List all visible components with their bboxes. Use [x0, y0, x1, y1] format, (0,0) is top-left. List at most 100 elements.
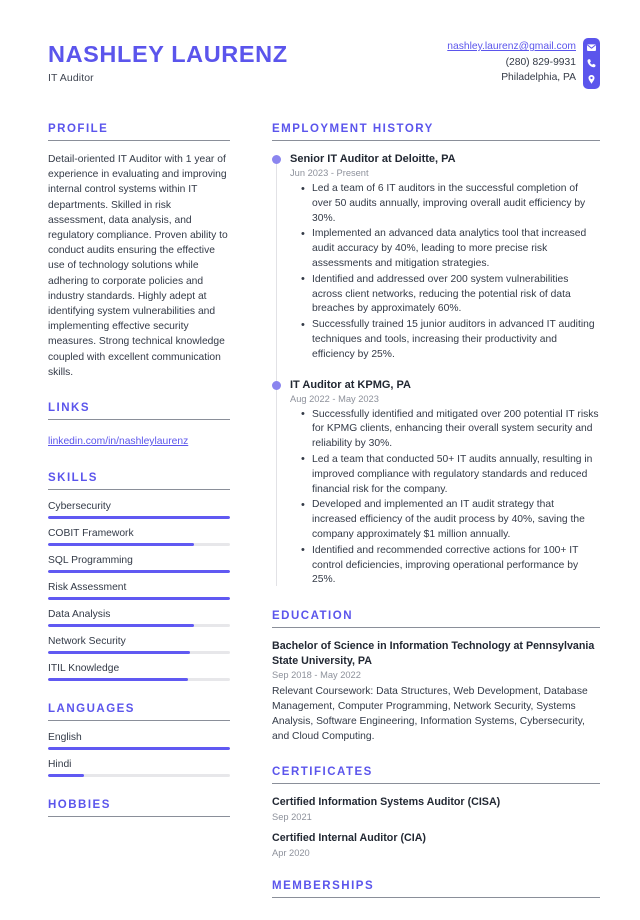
skill-item-bar-track — [48, 543, 230, 547]
certificate-entry: Certified Information Systems Auditor (C… — [272, 795, 600, 822]
section-title-links: LINKS — [48, 402, 90, 415]
job-bullet: Successfully identified and mitigated ov… — [301, 407, 600, 452]
job-bullet: Led a team of 6 IT auditors in the succe… — [301, 181, 600, 226]
link-item[interactable]: linkedin.com/in/nashleylaurenz — [48, 436, 188, 447]
language-item-label: English — [48, 732, 82, 744]
map-pin-icon — [586, 74, 597, 85]
skill-item-label: SQL Programming — [48, 555, 133, 567]
education-list: Bachelor of Science in Information Techn… — [272, 639, 600, 744]
skill-item: Cybersecurity — [48, 501, 230, 520]
skill-item-bar-track — [48, 651, 230, 655]
divider — [272, 627, 600, 629]
section-title-education: EDUCATION — [272, 610, 354, 623]
page-title: NASHLEY LAURENZ — [48, 41, 288, 67]
job-bullet: Identified and addressed over 200 system… — [301, 272, 600, 317]
phone-icon — [586, 58, 597, 69]
skill-item-bar-track — [48, 516, 230, 520]
job-bullet: Implemented an advanced data analytics t… — [301, 227, 600, 271]
certificate-date: Sep 2021 — [272, 811, 312, 822]
section-title-employment: EMPLOYMENT HISTORY — [272, 123, 434, 135]
section-certificates: CERTIFICATES Certified Information Syste… — [272, 766, 600, 858]
skill-item: Data Analysis — [48, 609, 230, 628]
job-bullet: Developed and implemented an IT audit st… — [301, 498, 600, 542]
divider — [272, 140, 600, 141]
skill-item: COBIT Framework — [48, 528, 230, 547]
section-title-languages: LANGUAGES — [48, 703, 135, 716]
job-entry: IT Auditor at KPMG, PA Aug 2022 - May 202… — [272, 378, 600, 589]
divider — [48, 140, 230, 141]
job-title-subtitle: IT Auditor — [48, 71, 94, 84]
education-degree: Bachelor of Science in Information Techn… — [272, 640, 595, 667]
skill-item-label: ITIL Knowledge — [48, 663, 120, 675]
skill-item-bar-fill — [48, 516, 230, 520]
section-title-memberships: MEMBERSHIPS — [272, 879, 375, 892]
timeline-dot-icon — [272, 380, 281, 390]
skill-item: ITIL Knowledge — [48, 663, 230, 682]
skill-item-bar-track — [48, 678, 230, 682]
section-links: LINKS linkedin.com/in/nashleylaurenz — [48, 402, 230, 450]
skill-item-label: Cybersecurity — [48, 501, 111, 513]
skill-item-bar-fill — [48, 597, 230, 601]
timeline-dot-icon — [272, 155, 281, 164]
skill-item-bar-track — [48, 624, 230, 628]
skill-item-bar-fill — [48, 570, 230, 574]
skill-item-label: COBIT Framework — [48, 528, 134, 540]
skill-item-bar-track — [48, 570, 230, 574]
section-profile: PROFILE Detail-oriented IT Auditor with … — [48, 123, 230, 380]
contact-lines: nashley.laurenz@gmail.com (280) 829-9931… — [447, 38, 576, 86]
divider — [48, 489, 230, 491]
resume-body: PROFILE Detail-oriented IT Auditor with … — [48, 123, 600, 920]
language-item-bar-fill — [48, 747, 230, 751]
contact-location: Philadelphia, PA — [501, 72, 576, 83]
job-date: Aug 2022 - May 2023 — [290, 393, 379, 404]
job-date: Jun 2023 - Present — [290, 168, 369, 178]
contact-email-link[interactable]: nashley.laurenz@gmail.com — [447, 39, 576, 55]
divider — [48, 720, 230, 722]
job-bullet: Identified and recommended corrective ac… — [301, 543, 600, 588]
skill-item-label: Network Security — [48, 636, 126, 648]
main-column: EMPLOYMENT HISTORY Senior IT Auditor at … — [250, 123, 600, 920]
section-hobbies: HOBBIES — [48, 799, 230, 818]
education-date: Sep 2018 - May 2022 — [272, 670, 361, 681]
language-item-bar-track — [48, 774, 230, 778]
skill-item-bar-track — [48, 597, 230, 601]
resume-header: NASHLEY LAURENZ IT Auditor nashley.laure… — [48, 38, 600, 89]
contact-icon-rail — [583, 38, 600, 89]
skill-item: SQL Programming — [48, 555, 230, 574]
section-employment: EMPLOYMENT HISTORY Senior IT Auditor at … — [272, 123, 600, 588]
language-item-label: Hindi — [48, 759, 72, 771]
skill-item-label: Data Analysis — [48, 609, 111, 621]
section-languages: LANGUAGES English Hindi — [48, 703, 230, 778]
section-title-profile: PROFILE — [48, 123, 109, 135]
job-entry: Senior IT Auditor at Deloitte, PA Jun 202… — [272, 152, 600, 363]
job-role: Senior IT Auditor at Deloitte, PA — [290, 153, 456, 165]
skill-item-bar-fill — [48, 624, 194, 628]
certificate-name: Certified Information Systems Auditor (C… — [272, 796, 501, 809]
section-skills: SKILLS Cybersecurity COBIT Framework SQL P… — [48, 472, 230, 682]
profile-text: Detail-oriented IT Auditor with 1 year o… — [48, 154, 228, 378]
contact-phone: (280) 829-9931 — [505, 56, 576, 68]
education-entry: Bachelor of Science in Information Techn… — [272, 639, 600, 744]
job-bullet: Successfully trained 15 junior auditors … — [301, 318, 600, 362]
skill-item: Risk Assessment — [48, 582, 230, 601]
language-item: English — [48, 732, 230, 751]
certificate-name: Certified Internal Auditor (CIA) — [272, 831, 426, 844]
certificate-date: Apr 2020 — [272, 847, 310, 858]
envelope-icon — [586, 42, 597, 53]
job-bullet: Led a team that conducted 50+ IT audits … — [301, 452, 600, 497]
job-bullet-list: Successfully identified and mitigated ov… — [290, 407, 600, 589]
section-title-hobbies: HOBBIES — [48, 799, 111, 812]
section-title-skills: SKILLS — [48, 472, 98, 485]
job-bullet-list: Led a team of 6 IT auditors in the succe… — [290, 181, 600, 363]
section-memberships: MEMBERSHIPS — [272, 880, 600, 898]
skill-item-bar-fill — [48, 543, 194, 547]
resume-page: NASHLEY LAURENZ IT Auditor nashley.laure… — [0, 0, 640, 905]
languages-list: English Hindi — [48, 732, 230, 778]
certificate-entry: Certified Internal Auditor (CIA) Apr 2020 — [272, 831, 600, 858]
language-item: Hindi — [48, 759, 230, 778]
divider — [272, 783, 600, 785]
skill-item-bar-fill — [48, 678, 189, 682]
skill-item-bar-fill — [48, 651, 190, 655]
divider — [48, 816, 230, 818]
section-title-certificates: CERTIFICATES — [272, 766, 373, 779]
